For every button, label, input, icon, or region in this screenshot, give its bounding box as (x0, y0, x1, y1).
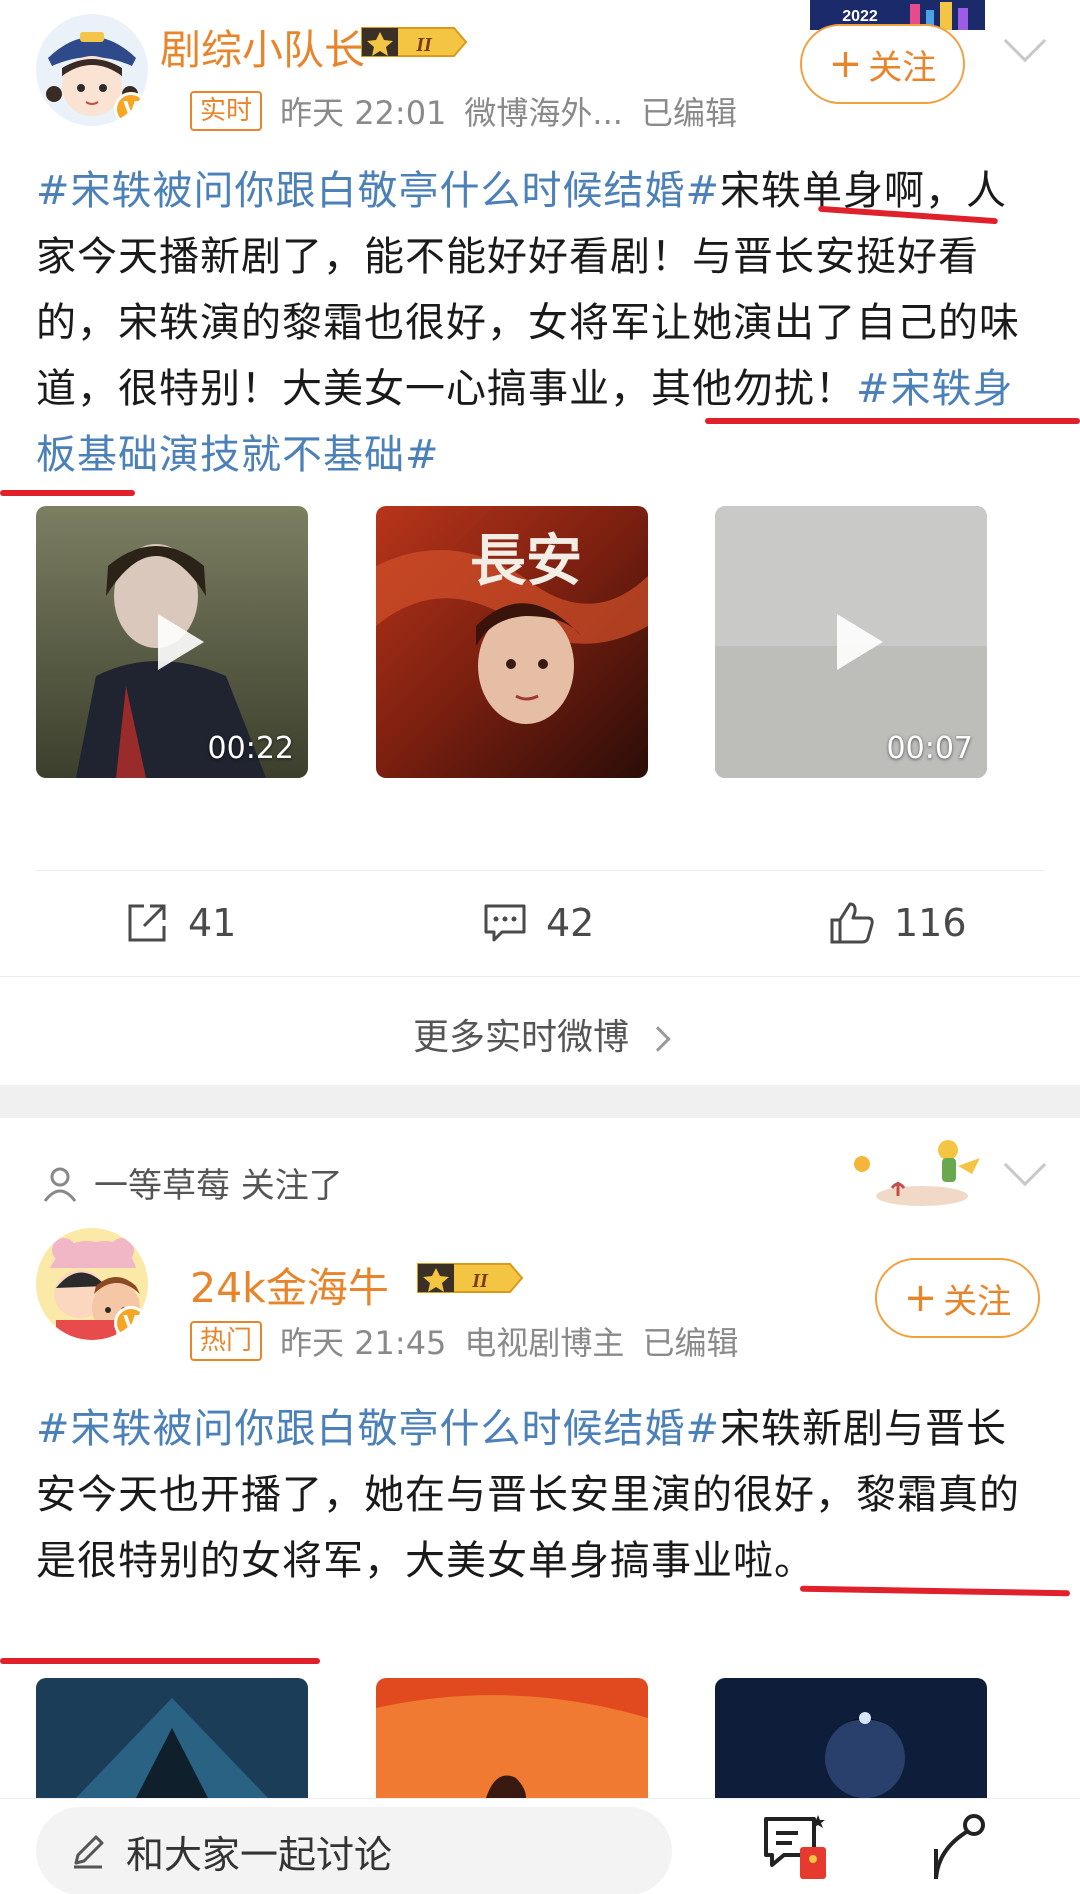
follow-label: 关注 (943, 1281, 1012, 1322)
pencil-icon (74, 1835, 104, 1869)
edited-label: 已编辑 (640, 94, 737, 132)
video-thumbnail[interactable]: 00:07 (715, 506, 987, 778)
hashtag-link[interactable]: #宋轶被问你跟白敬亭什么时候结婚# (36, 1406, 720, 1452)
annotation-underline (0, 490, 135, 496)
plus-icon: + (828, 41, 863, 87)
comment-button[interactable]: 42 (482, 900, 594, 946)
discussion-placeholder: 和大家一起讨论 (126, 1832, 393, 1877)
like-count: 116 (894, 901, 967, 945)
level-text: II (471, 1270, 489, 1292)
follow-notice-text: 一等草莓 关注了 (94, 1166, 343, 1206)
follow-button[interactable]: + 关注 (800, 24, 965, 104)
video-duration: 00:07 (886, 731, 973, 766)
image-thumbnail[interactable] (376, 1678, 648, 1798)
avatar[interactable]: V (36, 14, 148, 126)
play-icon (837, 614, 883, 670)
verified-icon: V (114, 1306, 148, 1340)
follow-notice: 一等草莓 关注了 (40, 1158, 343, 1207)
post-time: 昨天 21:45 (280, 1324, 447, 1362)
repost-count: 41 (188, 901, 237, 945)
weibo-post: V 剧综小队长 II 实时 昨天 22:01 微博海外... 已编辑 2022 … (0, 0, 1080, 1085)
member-level-badge: II (361, 27, 468, 57)
more-realtime-link[interactable]: 更多实时微博 (0, 1008, 1080, 1060)
like-button[interactable]: 116 (828, 900, 967, 946)
post-text: #宋轶被问你跟白敬亭什么时候结婚#宋轶单身啊，人家今天播新剧了，能不能好好看剧！… (36, 158, 1046, 488)
comment-icon (484, 904, 526, 942)
post-source: 电视剧博主 (464, 1324, 625, 1362)
weibo-post: 一等草莓 关注了 V 24k金海牛 II 热门 昨天 21:45 电视剧博主 已… (0, 1118, 1080, 1798)
post-meta: 热门 昨天 21:45 电视剧博主 已编辑 (190, 1318, 738, 1364)
annotation-underline (705, 418, 1080, 424)
level-text: II (415, 34, 433, 56)
feed-separator (0, 1085, 1080, 1118)
image-thumbnail[interactable]: 長安 (376, 506, 648, 778)
post-text: #宋轶被问你跟白敬亭什么时候结婚#宋轶新剧与晋长安今天也开播了，她在与晋长安里演… (36, 1396, 1046, 1594)
chevron-down-icon[interactable] (1003, 19, 1047, 63)
chevron-down-icon[interactable] (1003, 1143, 1047, 1187)
annotation-underline (0, 1658, 320, 1664)
divider (36, 870, 1044, 871)
member-level-badge: II (417, 1263, 524, 1293)
comment-count: 42 (546, 901, 595, 945)
follow-button[interactable]: + 关注 (875, 1258, 1040, 1338)
plus-icon: + (903, 1275, 938, 1321)
chevron-right-icon (645, 1026, 671, 1052)
realtime-tag: 实时 (190, 91, 263, 131)
avatar[interactable]: V (36, 1228, 148, 1340)
repost-button[interactable]: 41 (124, 900, 236, 946)
discussion-input[interactable]: 和大家一起讨论 (36, 1807, 672, 1894)
edited-label: 已编辑 (642, 1324, 739, 1362)
year-badge-text: 2022 (842, 8, 878, 25)
bottom-bar: 和大家一起讨论 (0, 1798, 1080, 1894)
share-icon (128, 904, 166, 942)
poster-title: 長安 (470, 528, 582, 594)
hot-tag: 热门 (190, 1321, 263, 1361)
red-envelope-chat-icon[interactable] (758, 1809, 838, 1889)
play-icon (158, 614, 204, 670)
share-graph-icon[interactable] (916, 1809, 996, 1889)
post-time: 昨天 22:01 (280, 94, 447, 132)
video-duration: 00:22 (207, 731, 294, 766)
verified-icon: V (114, 92, 148, 126)
little-prince-decoration (854, 1140, 980, 1206)
user-icon (43, 1167, 77, 1202)
divider (0, 976, 1080, 977)
image-thumbnail[interactable] (36, 1678, 308, 1798)
follow-label: 关注 (868, 47, 937, 88)
video-thumbnail[interactable]: 00:22 (36, 506, 308, 778)
image-thumbnail[interactable] (715, 1678, 987, 1798)
more-realtime-label: 更多实时微博 (412, 1017, 629, 1058)
post-source[interactable]: 微博海外... (464, 88, 623, 134)
post-meta: 实时 昨天 22:01 微博海外... 已编辑 (190, 88, 737, 134)
hashtag-link[interactable]: #宋轶被问你跟白敬亭什么时候结婚# (36, 168, 720, 214)
username[interactable]: 剧综小队长 (160, 16, 365, 76)
username[interactable]: 24k金海牛 (190, 1254, 389, 1314)
thumbs-up-icon (830, 902, 874, 944)
